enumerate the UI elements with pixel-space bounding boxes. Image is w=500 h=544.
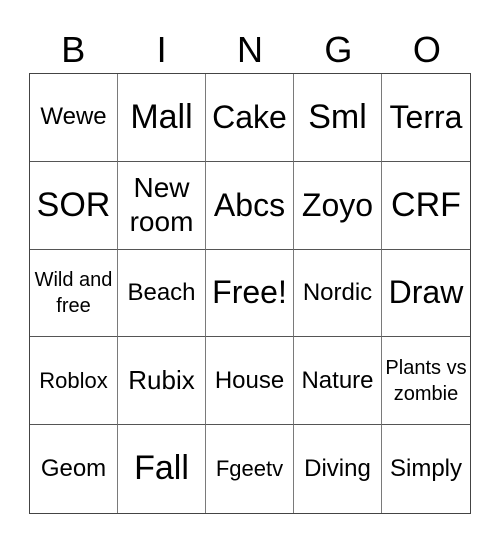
bingo-cell[interactable]: Wewe (30, 74, 118, 162)
bingo-cell[interactable]: Plants vs zombie (382, 337, 470, 426)
bingo-cell[interactable]: Terra (382, 74, 470, 162)
bingo-cell[interactable]: SOR (30, 161, 118, 250)
bingo-cell[interactable]: Geom (30, 425, 118, 513)
header-letter-n: N (237, 29, 264, 70)
bingo-cell[interactable]: Simply (382, 425, 470, 513)
bingo-cell[interactable]: Draw (382, 250, 470, 338)
bingo-cell[interactable]: House (206, 337, 294, 426)
bingo-cell[interactable]: Mall (118, 74, 206, 162)
bingo-cell[interactable]: Beach (118, 249, 206, 338)
bingo-cell[interactable]: Abcs (206, 161, 294, 250)
header-letter-o: O (412, 29, 441, 70)
bingo-cell[interactable]: Diving (294, 425, 382, 513)
bingo-grid: Wewe Mall Cake Sml Terra SOR New room Ab… (29, 73, 471, 514)
free-space-cell[interactable]: Free! (206, 249, 294, 338)
bingo-cell[interactable]: Roblox (30, 337, 118, 426)
bingo-cell[interactable]: New room (118, 161, 206, 250)
bingo-cell[interactable]: Rubix (118, 337, 206, 426)
bingo-cell[interactable]: Cake (206, 74, 294, 162)
bingo-cell[interactable]: Nature (294, 337, 382, 426)
bingo-cell[interactable]: CRF (382, 162, 470, 250)
bingo-header: B I N G O (29, 28, 471, 72)
bingo-cell[interactable]: Wild and free (30, 249, 118, 338)
bingo-cell[interactable]: Zoyo (294, 161, 382, 250)
bingo-cell[interactable]: Sml (294, 74, 382, 162)
bingo-cell[interactable]: Fgeetv (206, 425, 294, 513)
bingo-cell[interactable]: Nordic (294, 249, 382, 338)
bingo-cell[interactable]: Fall (118, 425, 206, 513)
header-letter-b: B (61, 29, 86, 70)
header-letter-g: G (324, 29, 353, 70)
header-letter-i: I (156, 29, 167, 70)
